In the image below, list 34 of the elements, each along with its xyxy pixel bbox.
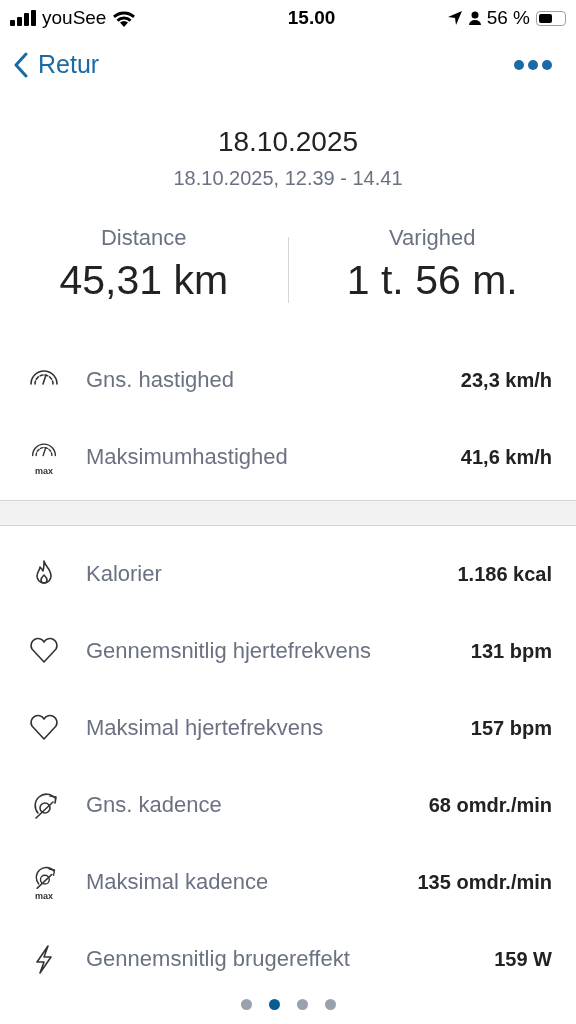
metric-value: 135 omdr./min [417, 869, 552, 895]
metric-label: Gns. kadence [86, 791, 223, 819]
battery-icon [536, 10, 566, 26]
battery-percent: 56 % [486, 5, 530, 30]
time-range: 18.10.2025, 12.39 - 14.41 [173, 166, 403, 191]
max-label: max [35, 890, 53, 901]
metric-value: 68 omdr./min [428, 792, 552, 818]
metric-value: 1.186 kcal [457, 561, 552, 587]
metric-label: Gns. hastighed [86, 366, 235, 394]
metric-value: 159 W [494, 946, 552, 972]
stat-value: 45,31 km [59, 256, 229, 305]
clock-time: 15.00 [286, 5, 336, 30]
metric-label: Maksimal hjertefrekvens [86, 714, 325, 742]
signal-icon [10, 10, 36, 26]
max-label: max [35, 465, 53, 476]
metric-value: 131 bpm [470, 638, 552, 664]
activity-date: 18.10.2025 [217, 125, 359, 159]
metric-label: Maksimumhastighed [86, 443, 289, 471]
wifi-icon [112, 9, 137, 27]
stat-value: 1 t. 56 m. [346, 256, 518, 305]
carrier-name: youSee [42, 5, 107, 30]
chevron-left-icon [14, 52, 28, 78]
stat-label: Distance [100, 224, 187, 252]
stat-label: Varighed [389, 224, 476, 252]
metric-value: 41,6 km/h [460, 444, 552, 470]
metric-value: 23,3 km/h [460, 367, 552, 393]
metric-label: Kalorier [86, 560, 163, 588]
location-arrow-icon [446, 10, 463, 26]
back-button[interactable]: Retur [14, 46, 100, 84]
metric-label: Maksimal kadence [86, 868, 270, 896]
metric-label: Gennemsnitlig hjertefrekvens [86, 637, 372, 665]
metric-value: 157 bpm [470, 715, 552, 741]
person-icon [468, 11, 481, 25]
metric-label: Gennemsnitlig brugereffekt [86, 945, 351, 973]
